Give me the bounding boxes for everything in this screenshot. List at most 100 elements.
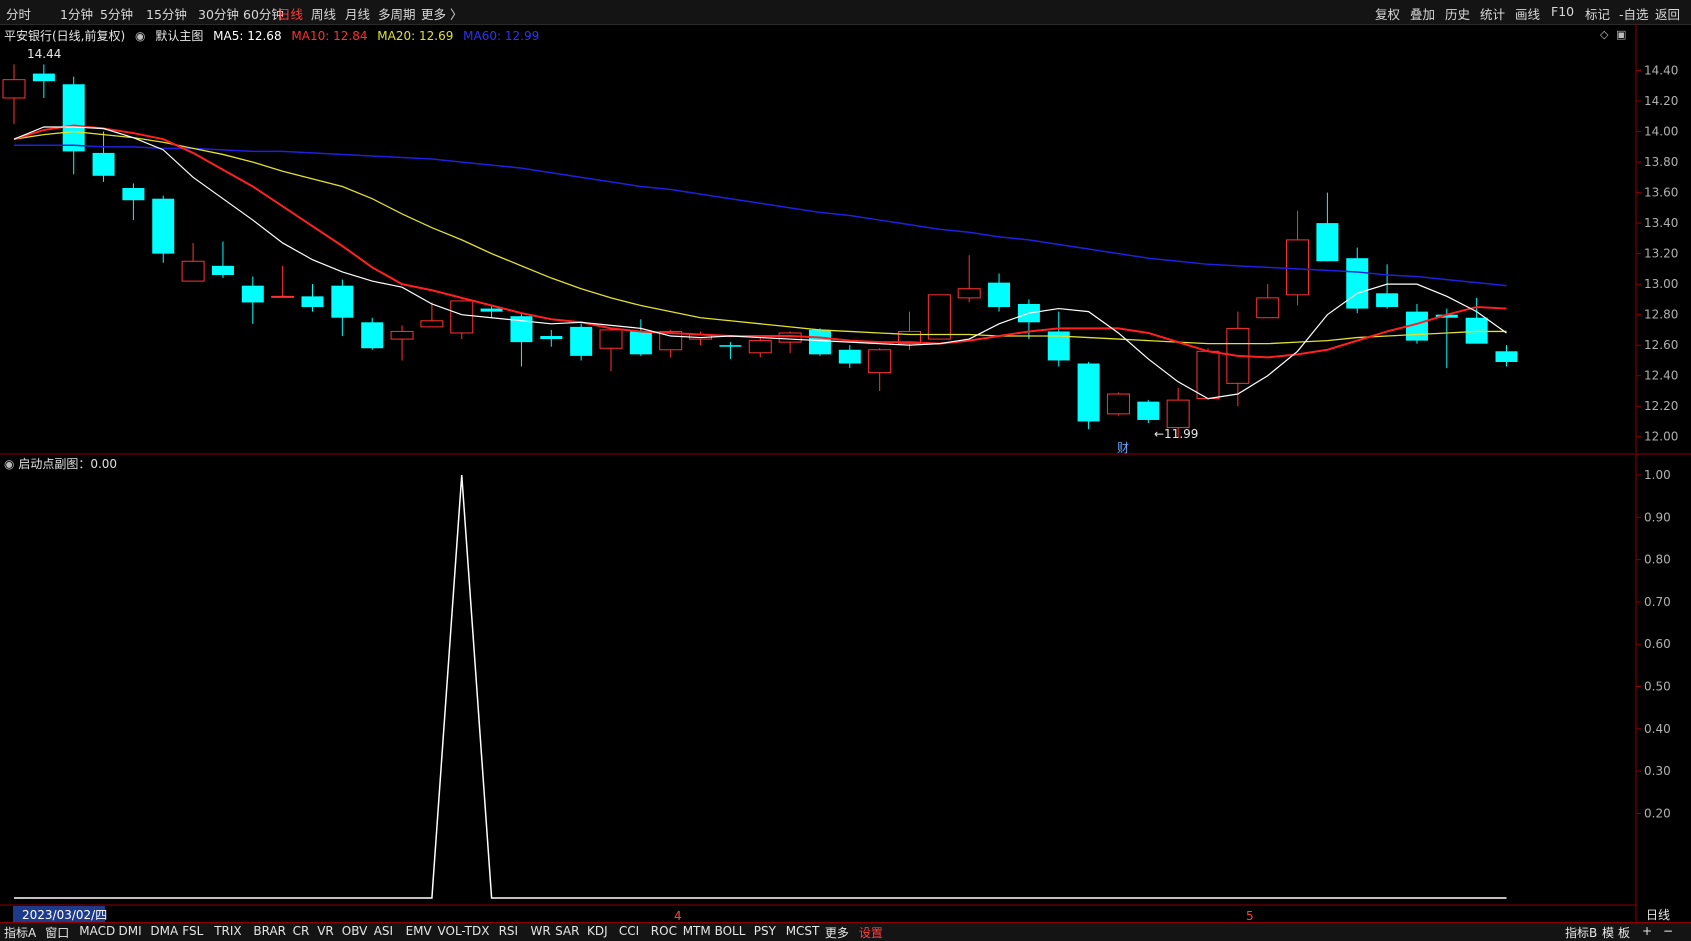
candle [1465, 297, 1488, 344]
candle [1077, 361, 1100, 430]
candle [1106, 392, 1130, 416]
candle [570, 323, 593, 361]
indicator-tab-6[interactable]: TRIX [214, 924, 241, 938]
candle [122, 183, 145, 221]
candle-body [570, 326, 593, 356]
candle-body [1137, 401, 1160, 420]
candle-body [301, 296, 324, 308]
candle-body [122, 188, 145, 201]
candle-body [868, 349, 892, 374]
candle-body [92, 152, 115, 176]
main-y-tick-label: 12.20 [1644, 399, 1678, 413]
main-y-tick-label: 13.80 [1644, 155, 1678, 169]
candle-body [927, 294, 951, 340]
candle [152, 195, 175, 263]
sub-y-tick-label: 0.70 [1644, 595, 1671, 609]
candle-body [1465, 317, 1488, 344]
sub-y-tick-label: 0.60 [1644, 637, 1671, 651]
signal-line [14, 474, 1507, 899]
indicator-tab-12[interactable]: EMV [406, 924, 432, 938]
period-label: 日线 [1646, 908, 1670, 922]
bottom-right-control-1[interactable]: 模 [1602, 924, 1614, 941]
bottom-right-control-0[interactable]: 指标B [1565, 924, 1597, 941]
candle [748, 336, 772, 358]
candle-body [1077, 363, 1100, 422]
candle-body [271, 295, 295, 298]
bottom-right-control-2[interactable]: 板 [1618, 924, 1630, 941]
financial-report-marker[interactable]: 财 [1117, 441, 1129, 455]
candle-body [808, 329, 831, 355]
indicator-tab-24[interactable]: 更多 [825, 924, 849, 941]
candle [1226, 311, 1250, 407]
candle-body [1316, 223, 1339, 262]
candle [301, 284, 324, 312]
candle-body [420, 320, 444, 328]
sub-y-tick-label: 0.50 [1644, 680, 1671, 694]
candle-body [62, 84, 85, 152]
candle [540, 329, 563, 347]
candle [2, 64, 26, 124]
indicator-tab-4[interactable]: DMA [150, 924, 178, 938]
indicator-tab-18[interactable]: CCI [619, 924, 639, 938]
sub-y-tick-label: 0.40 [1644, 722, 1671, 736]
sub-y-tick-label: 0.90 [1644, 510, 1671, 524]
main-y-tick-label: 13.60 [1644, 186, 1678, 200]
candle-body [331, 285, 354, 318]
indicator-tab-13[interactable]: VOL-TDX [438, 924, 490, 938]
ma20-line [13, 130, 1507, 345]
candle-body [629, 331, 652, 355]
candle [599, 329, 623, 372]
candle [808, 328, 831, 356]
month-4-label: 4 [674, 909, 682, 922]
ma10-line [13, 124, 1507, 359]
candle [241, 276, 264, 324]
candle [450, 300, 474, 340]
main-y-tick-label: 13.20 [1644, 247, 1678, 261]
indicator-tab-2[interactable]: MACD [79, 924, 115, 938]
indicator-tab-23[interactable]: MCST [786, 924, 820, 938]
candle-body [1376, 293, 1399, 308]
indicator-tab-9[interactable]: VR [317, 924, 334, 938]
candle-body [361, 322, 384, 349]
indicator-tab-22[interactable]: PSY [754, 924, 776, 938]
kline-chart[interactable]: 12.00 12.20 12.40 12.60 12.80 13.00 13.20 13.40… [0, 0, 1691, 922]
main-y-tick-label: 13.40 [1644, 216, 1678, 230]
candle-body [241, 285, 264, 303]
month-5-label: 5 [1246, 909, 1254, 922]
candle [271, 265, 295, 298]
bottom-right-control-4[interactable]: − [1663, 924, 1673, 938]
indicator-tab-10[interactable]: OBV [342, 924, 368, 938]
indicator-tab-11[interactable]: ASI [374, 924, 393, 938]
candle-body [719, 345, 742, 347]
candle-body [957, 288, 981, 299]
indicator-tab-25[interactable]: 设置 [859, 924, 883, 941]
candle [1346, 247, 1369, 314]
bottom-right-control-3[interactable]: + [1642, 924, 1652, 938]
indicator-tab-3[interactable]: DMI [119, 924, 142, 938]
candle [838, 345, 861, 369]
candle [181, 242, 205, 282]
candle-body [211, 265, 234, 275]
indicator-tab-7[interactable]: BRAR [253, 924, 286, 938]
sub-y-tick-label: 0.30 [1644, 764, 1671, 778]
indicator-tab-19[interactable]: ROC [651, 924, 677, 938]
indicator-tab-15[interactable]: WR [531, 924, 551, 938]
indicator-tab-14[interactable]: RSI [499, 924, 519, 938]
candle-body [988, 282, 1011, 308]
indicator-tab-5[interactable]: FSL [182, 924, 203, 938]
candle-body [1256, 297, 1280, 319]
candle [778, 331, 802, 353]
candle-body [778, 332, 802, 343]
indicator-tab-8[interactable]: CR [293, 924, 310, 938]
indicator-tab-0[interactable]: 指标A [4, 924, 36, 941]
indicator-tab-1[interactable]: 窗口 [45, 924, 69, 941]
ma60-line [14, 144, 1507, 287]
main-y-tick-label: 14.00 [1644, 125, 1678, 139]
candle [92, 131, 115, 182]
indicator-tab-16[interactable]: SAR [555, 924, 579, 938]
indicator-tab-17[interactable]: KDJ [587, 924, 608, 938]
indicator-tab-21[interactable]: BOLL [715, 924, 746, 938]
candle [957, 255, 981, 303]
indicator-tab-20[interactable]: MTM [683, 924, 711, 938]
candle [1137, 400, 1160, 424]
